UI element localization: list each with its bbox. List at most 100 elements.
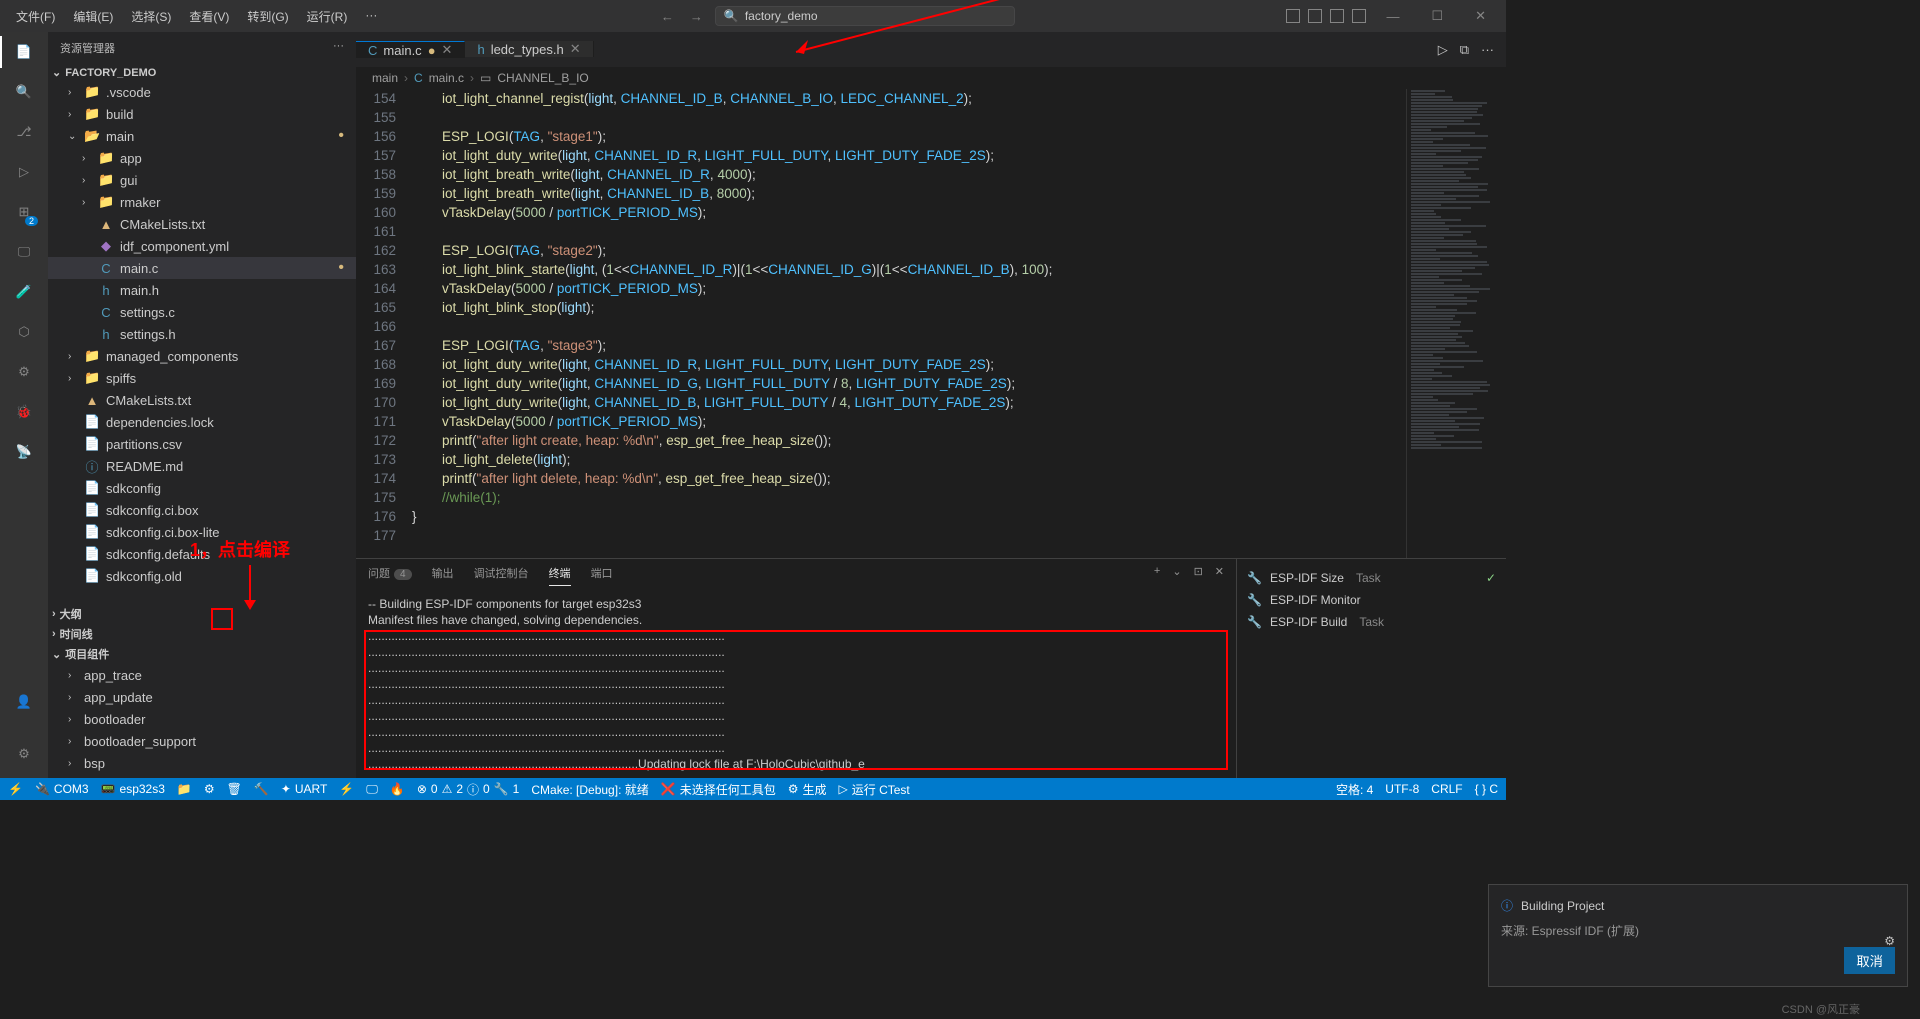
tree-item-sdkconfig-defaults[interactable]: 📄sdkconfig.defaults	[48, 543, 356, 565]
menu-file[interactable]: 文件(F)	[8, 4, 63, 29]
status-fire-icon[interactable]: 🔥	[390, 782, 405, 796]
status-spaces[interactable]: 空格: 4	[1336, 781, 1373, 798]
status-build[interactable]: ⚙ 生成	[788, 781, 827, 798]
tree-item-main[interactable]: ⌄📂main•	[48, 125, 356, 147]
menu-run[interactable]: 运行(R)	[299, 4, 356, 29]
project-root[interactable]: ⌄ FACTORY_DEMO	[48, 64, 356, 81]
status-problems[interactable]: ⊗0 ⚠2 ⓘ0 🔧1	[417, 781, 520, 798]
run-icon[interactable]: ▷	[1438, 42, 1448, 58]
terminal-output[interactable]: -- Building ESP-IDF components for targe…	[356, 592, 1236, 778]
tree-item-partitions-csv[interactable]: 📄partitions.csv	[48, 433, 356, 455]
status-config-icon[interactable]: ⚙	[204, 782, 215, 796]
status-build-icon[interactable]: 🔨	[254, 782, 269, 796]
status-chip[interactable]: 📟 esp32s3	[101, 782, 165, 796]
tab-more-icon[interactable]: ···	[1481, 42, 1494, 58]
explorer-more-icon[interactable]: ···	[333, 40, 344, 56]
status-run-ctest[interactable]: ▷ 运行 CTest	[839, 781, 910, 798]
maximize-icon[interactable]: ☐	[1419, 8, 1455, 24]
tree-item--vscode[interactable]: ›📁.vscode	[48, 81, 356, 103]
menu-select[interactable]: 选择(S)	[123, 4, 179, 29]
menu-more[interactable]: ···	[357, 4, 385, 29]
layout-icon-3[interactable]	[1330, 9, 1344, 23]
tree-item-dependencies-lock[interactable]: 📄dependencies.lock	[48, 411, 356, 433]
minimize-icon[interactable]: —	[1374, 9, 1411, 24]
section-项目组件[interactable]: ⌄项目组件	[48, 644, 356, 664]
status-eol[interactable]: CRLF	[1431, 781, 1462, 798]
rss-icon[interactable]: 📡	[12, 440, 36, 464]
breadcrumb[interactable]: main› Cmain.c› ▭CHANNEL_B_IO	[356, 67, 1506, 89]
tree-item-main-h[interactable]: hmain.h	[48, 279, 356, 301]
search-activity-icon[interactable]: 🔍	[12, 80, 36, 104]
cancel-button[interactable]: 取消	[1844, 947, 1895, 974]
espressif-icon[interactable]: ⚙	[12, 360, 36, 384]
panel-close-icon[interactable]: ✕	[1215, 565, 1224, 586]
panel-dropdown-icon[interactable]: ⌄	[1172, 565, 1181, 586]
tree-item-gui[interactable]: ›📁gui	[48, 169, 356, 191]
status-port[interactable]: 🔌 COM3	[35, 782, 89, 796]
status-lang[interactable]: { } C	[1475, 781, 1498, 798]
settings-icon[interactable]: ⚙	[12, 742, 36, 766]
task-ESP-IDF-Monitor[interactable]: 🔧ESP-IDF Monitor	[1245, 589, 1498, 611]
status-trash-icon[interactable]: 🗑	[227, 782, 242, 796]
nav-forward-icon[interactable]: →	[686, 9, 707, 24]
debug-icon[interactable]: ▷	[12, 160, 36, 184]
notification-gear-icon[interactable]: ⚙	[1884, 934, 1895, 948]
tree-item-spiffs[interactable]: ›📁spiffs	[48, 367, 356, 389]
command-center[interactable]: 🔍 factory_demo	[715, 6, 1015, 26]
minimap[interactable]	[1406, 89, 1506, 558]
tab-problems[interactable]: 问题4	[368, 565, 412, 586]
tree-item-main-c[interactable]: Cmain.c•	[48, 257, 356, 279]
status-nokit[interactable]: ❌ 未选择任何工具包	[661, 781, 776, 798]
layout-icon-1[interactable]	[1286, 9, 1300, 23]
tree-item-app[interactable]: ›📁app	[48, 147, 356, 169]
tab-ports[interactable]: 端口	[591, 565, 613, 586]
tree-item-CMakeLists-txt[interactable]: ▲CMakeLists.txt	[48, 389, 356, 411]
remote-icon[interactable]: 🖵	[12, 240, 36, 264]
component-app_update[interactable]: ›app_update	[48, 686, 356, 708]
section-大纲[interactable]: ›大纲	[48, 604, 356, 624]
scm-icon[interactable]: ⎇	[12, 120, 36, 144]
tree-item-settings-h[interactable]: hsettings.h	[48, 323, 356, 345]
tab-output[interactable]: 输出	[432, 565, 454, 586]
component-bootloader_support[interactable]: ›bootloader_support	[48, 730, 356, 752]
tree-item-sdkconfig[interactable]: 📄sdkconfig	[48, 477, 356, 499]
menu-edit[interactable]: 编辑(E)	[65, 4, 121, 29]
tree-item-sdkconfig-ci-box-lite[interactable]: 📄sdkconfig.ci.box-lite	[48, 521, 356, 543]
menu-goto[interactable]: 转到(G)	[239, 4, 296, 29]
tab-ledc_types-h[interactable]: hledc_types.h✕	[465, 41, 593, 57]
nav-back-icon[interactable]: ←	[657, 9, 678, 24]
tree-item-managed_components[interactable]: ›📁managed_components	[48, 345, 356, 367]
code-editor[interactable]: 1541551561571581591601611621631641651661…	[356, 89, 1506, 558]
layout-icon-2[interactable]	[1308, 9, 1322, 23]
status-remote[interactable]: ⚡	[8, 782, 23, 796]
test-icon[interactable]: 🧪	[12, 280, 36, 304]
split-icon[interactable]: ⧉	[1460, 42, 1469, 58]
account-icon[interactable]: 👤	[12, 690, 36, 714]
task-ESP-IDF-Size[interactable]: 🔧ESP-IDF SizeTask✓	[1245, 567, 1498, 589]
task-ESP-IDF-Build[interactable]: 🔧ESP-IDF BuildTask	[1245, 611, 1498, 633]
panel-plus-icon[interactable]: +	[1154, 565, 1160, 586]
component-bootloader[interactable]: ›bootloader	[48, 708, 356, 730]
ai-icon[interactable]: ⬡	[12, 320, 36, 344]
tab-main-c[interactable]: Cmain.c●✕	[356, 41, 465, 58]
tree-item-README-md[interactable]: ⓘREADME.md	[48, 455, 356, 477]
component-app_trace[interactable]: ›app_trace	[48, 664, 356, 686]
tree-item-settings-c[interactable]: Csettings.c	[48, 301, 356, 323]
tree-item-CMakeLists-txt[interactable]: ▲CMakeLists.txt	[48, 213, 356, 235]
panel-maximize-icon[interactable]: ⊡	[1194, 565, 1203, 586]
tab-terminal[interactable]: 终端	[549, 565, 571, 586]
close-icon[interactable]: ✕	[1463, 8, 1498, 24]
tree-item-build[interactable]: ›📁build	[48, 103, 356, 125]
component-bsp[interactable]: ›bsp	[48, 752, 356, 774]
tree-item-sdkconfig-old[interactable]: 📄sdkconfig.old	[48, 565, 356, 587]
extensions-icon[interactable]: ⊞2	[12, 200, 36, 224]
layout-icon-4[interactable]	[1352, 9, 1366, 23]
tree-item-rmaker[interactable]: ›📁rmaker	[48, 191, 356, 213]
status-monitor-icon[interactable]: 🖵	[366, 782, 378, 797]
explorer-icon[interactable]: 📄	[12, 40, 36, 64]
tree-item-idf_component-yml[interactable]: ◆idf_component.yml	[48, 235, 356, 257]
status-cmake[interactable]: CMake: [Debug]: 就绪	[531, 781, 648, 798]
status-uart[interactable]: ✦ UART	[281, 782, 328, 796]
status-flash-icon[interactable]: ⚡	[339, 782, 354, 796]
tree-item-sdkconfig-ci-box[interactable]: 📄sdkconfig.ci.box	[48, 499, 356, 521]
